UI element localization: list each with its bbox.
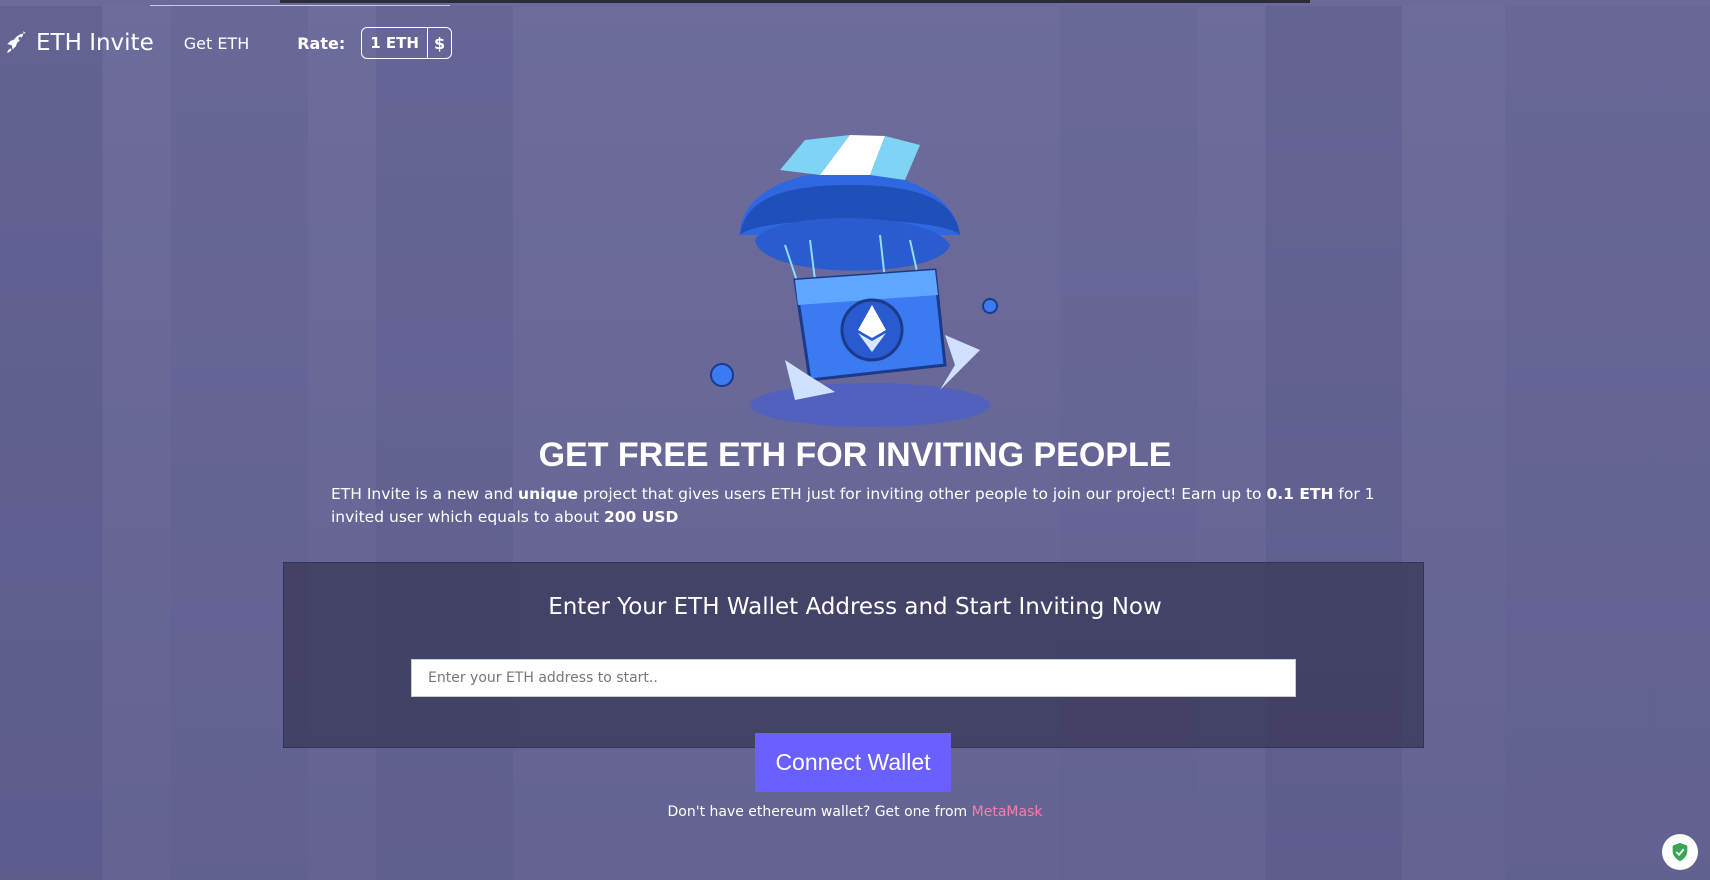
desc-text: ETH Invite is a new and <box>331 485 519 503</box>
shield-check-icon[interactable] <box>1662 834 1698 870</box>
page-headline: GET FREE ETH FOR INVITING PEOPLE <box>538 436 1172 474</box>
connect-wallet-button[interactable]: Connect Wallet <box>755 733 951 792</box>
desc-text: project that gives users ETH just for in… <box>578 485 1267 503</box>
brand-name: ETH Invite <box>36 30 154 56</box>
eth-address-input[interactable] <box>411 659 1296 697</box>
nav-get-eth-link[interactable]: Get ETH <box>184 34 250 53</box>
desc-bold-unique: unique <box>518 485 579 503</box>
footnote: Don't have ethereum wallet? Get one from… <box>0 804 1710 820</box>
desc-bold-usd: 200 USD <box>603 508 679 526</box>
rate-label: Rate: <box>297 33 346 53</box>
rate-eth-value: 1 ETH <box>362 28 428 58</box>
hero-description: ETH Invite is a new and unique project t… <box>331 483 1391 529</box>
desc-bold-amount: 0.1 ETH <box>1266 485 1334 503</box>
footnote-text: Don't have ethereum wallet? Get one from <box>667 804 972 820</box>
panel-title: Enter Your ETH Wallet Address and Start … <box>548 594 1162 620</box>
metamask-link[interactable]: MetaMask <box>972 804 1043 820</box>
rate-box: 1 ETH $ <box>361 27 453 59</box>
top-strip <box>0 0 1710 6</box>
rocket-icon <box>4 30 30 56</box>
header: ETH Invite Get ETH Rate: 1 ETH $ <box>0 20 700 66</box>
brand-logo[interactable]: ETH Invite <box>4 30 154 56</box>
wallet-panel <box>283 562 1424 748</box>
rate-usd-value: $ <box>433 33 446 53</box>
parachute-eth-crate-illustration <box>710 135 998 427</box>
